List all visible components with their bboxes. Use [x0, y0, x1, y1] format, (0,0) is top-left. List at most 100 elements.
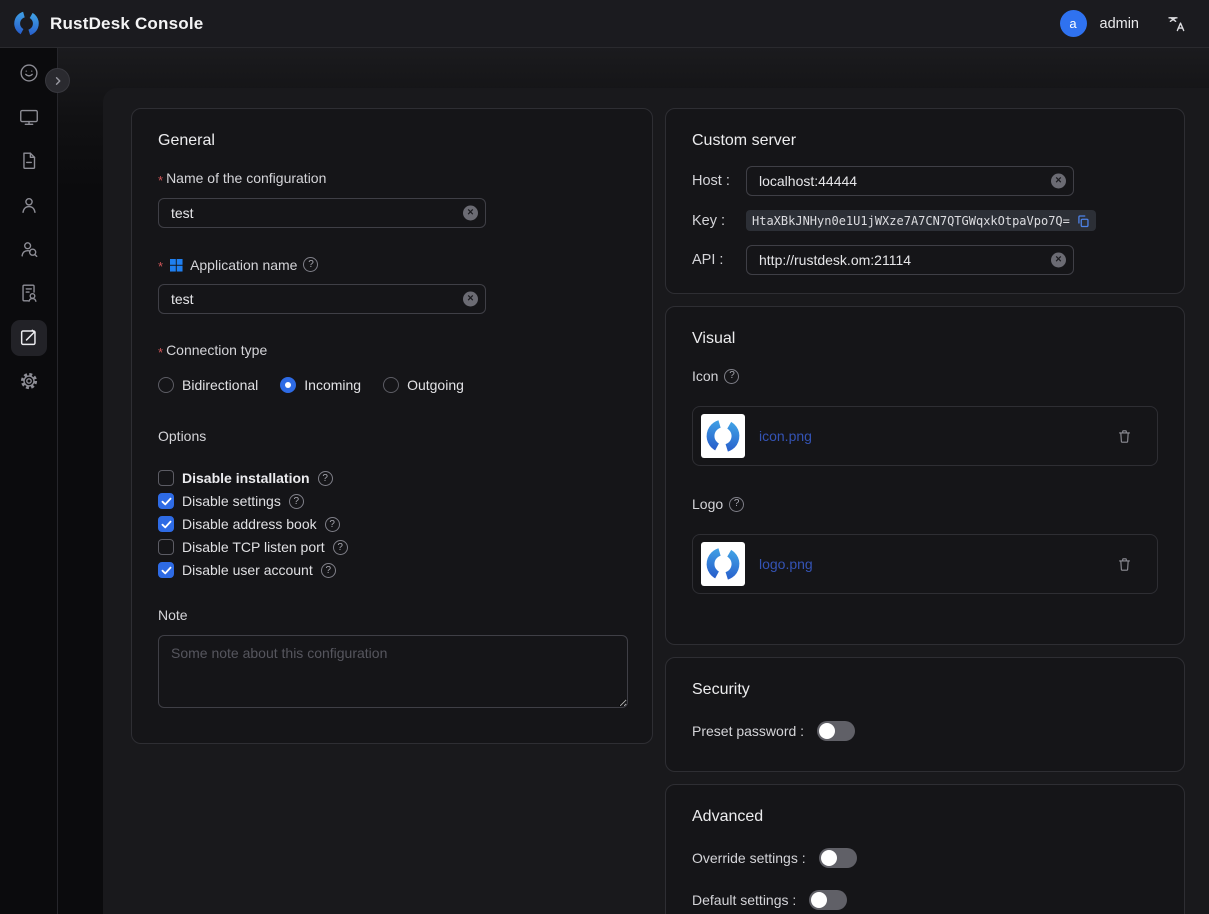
sidebar-item-dashboard[interactable] — [11, 56, 47, 92]
logo-file-link[interactable]: logo.png — [759, 556, 1116, 572]
sidebar-expand-button[interactable] — [45, 68, 70, 93]
visual-title: Visual — [692, 329, 1158, 348]
checkbox-box[interactable] — [158, 493, 174, 509]
icon-file-link[interactable]: icon.png — [759, 428, 1116, 444]
connection-type-label-row: Connection type — [158, 342, 626, 359]
note-label: Note — [158, 607, 626, 623]
radio-incoming[interactable]: Incoming — [280, 377, 361, 393]
checkbox-disable-user-account[interactable]: Disable user account ? — [158, 562, 626, 578]
default-settings-label: Default settings : — [692, 892, 796, 908]
logo-thumbnail — [701, 542, 745, 586]
host-field: × — [746, 166, 1074, 196]
preset-password-label: Preset password : — [692, 723, 804, 739]
sidebar — [0, 48, 58, 914]
logo-label: Logo — [692, 496, 723, 512]
key-label: Key : — [692, 213, 746, 229]
radio-dot[interactable] — [383, 377, 399, 393]
help-icon[interactable]: ? — [289, 494, 304, 509]
checkbox-disable-tcp-listen-port[interactable]: Disable TCP listen port ? — [158, 539, 626, 555]
content-surface: General Name of the configuration × — [103, 88, 1209, 914]
app-title: RustDesk Console — [50, 14, 203, 34]
connection-type-label: Connection type — [158, 342, 267, 359]
checkbox-label: Disable TCP listen port — [182, 539, 325, 555]
help-icon[interactable]: ? — [333, 540, 348, 555]
user-name[interactable]: admin — [1100, 16, 1140, 32]
clear-icon[interactable]: × — [1051, 253, 1066, 268]
clear-icon[interactable]: × — [463, 292, 478, 307]
note-textarea[interactable] — [158, 635, 628, 708]
default-settings-toggle[interactable] — [809, 890, 847, 910]
radio-dot[interactable] — [158, 377, 174, 393]
chevron-right-icon — [51, 74, 65, 88]
windows-icon — [168, 257, 184, 273]
api-label: API : — [692, 252, 746, 268]
edit-icon — [18, 326, 40, 351]
host-row: Host : × — [692, 166, 1158, 196]
sidebar-item-groups[interactable] — [11, 232, 47, 268]
sidebar-item-custom-client[interactable] — [11, 320, 47, 356]
connection-type-group: Bidirectional Incoming Outgoing — [158, 377, 626, 393]
override-settings-toggle[interactable] — [819, 848, 857, 868]
brand: RustDesk Console — [13, 10, 203, 37]
logo-upload-box: logo.png — [692, 534, 1158, 594]
config-name-input[interactable] — [158, 198, 486, 228]
security-card: Security Preset password : — [665, 657, 1185, 772]
custom-server-card: Custom server Host : × Key : HtaXBkJNHyn… — [665, 108, 1185, 294]
icon-upload-box: icon.png — [692, 406, 1158, 466]
preset-password-toggle[interactable] — [817, 721, 855, 741]
clear-icon[interactable]: × — [463, 206, 478, 221]
radio-outgoing[interactable]: Outgoing — [383, 377, 464, 393]
clear-icon[interactable]: × — [1051, 174, 1066, 189]
help-icon[interactable]: ? — [321, 563, 336, 578]
app-name-label: Application name — [190, 257, 297, 273]
general-card: General Name of the configuration × — [131, 108, 653, 744]
sidebar-item-settings[interactable] — [11, 364, 47, 400]
checkbox-box[interactable] — [158, 470, 174, 486]
help-icon[interactable]: ? — [724, 369, 739, 384]
avatar[interactable]: a — [1060, 10, 1087, 37]
checkbox-disable-address-book[interactable]: Disable address book ? — [158, 516, 626, 532]
app-header: RustDesk Console a admin — [0, 0, 1209, 48]
checkbox-disable-settings[interactable]: Disable settings ? — [158, 493, 626, 509]
required-marker — [158, 256, 166, 273]
app-name-field: × — [158, 284, 486, 314]
main-area: General Name of the configuration × — [58, 48, 1209, 914]
api-row: API : × — [692, 245, 1158, 275]
key-value-chip: HtaXBkJNHyn0e1U1jWXze7A7CN7QTGWqxkOtpaVp… — [746, 210, 1096, 231]
radio-bidirectional[interactable]: Bidirectional — [158, 377, 258, 393]
app-name-input[interactable] — [158, 284, 486, 314]
icon-label: Icon — [692, 368, 718, 384]
user-search-icon — [18, 238, 40, 263]
security-title: Security — [692, 680, 1158, 699]
copy-icon[interactable] — [1076, 214, 1090, 228]
radio-dot[interactable] — [280, 377, 296, 393]
checkbox-label: Disable settings — [182, 493, 281, 509]
help-icon[interactable]: ? — [303, 257, 318, 272]
translate-icon[interactable] — [1166, 13, 1187, 34]
host-input[interactable] — [746, 166, 1074, 196]
config-name-field: × — [158, 198, 486, 228]
sidebar-item-audit[interactable] — [11, 276, 47, 312]
help-icon[interactable]: ? — [318, 471, 333, 486]
api-input[interactable] — [746, 245, 1074, 275]
sidebar-item-devices[interactable] — [11, 100, 47, 136]
options-checkbox-list: Disable installation ? Disable settings … — [158, 470, 626, 578]
key-value: HtaXBkJNHyn0e1U1jWXze7A7CN7QTGWqxkOtpaVp… — [752, 214, 1070, 228]
rustdesk-logo-icon — [705, 546, 741, 582]
checkbox-disable-installation[interactable]: Disable installation ? — [158, 470, 626, 486]
preset-password-row: Preset password : — [692, 721, 1158, 741]
default-settings-row: Default settings : — [692, 890, 1158, 910]
config-name-label-row: Name of the configuration — [158, 170, 626, 187]
config-name-label: Name of the configuration — [158, 170, 326, 187]
header-right: a admin — [1060, 10, 1188, 37]
icon-thumbnail — [701, 414, 745, 458]
trash-icon[interactable] — [1116, 556, 1133, 573]
sidebar-item-users[interactable] — [11, 188, 47, 224]
help-icon[interactable]: ? — [325, 517, 340, 532]
trash-icon[interactable] — [1116, 428, 1133, 445]
sidebar-item-documents[interactable] — [11, 144, 47, 180]
checkbox-box[interactable] — [158, 516, 174, 532]
help-icon[interactable]: ? — [729, 497, 744, 512]
checkbox-box[interactable] — [158, 562, 174, 578]
checkbox-box[interactable] — [158, 539, 174, 555]
